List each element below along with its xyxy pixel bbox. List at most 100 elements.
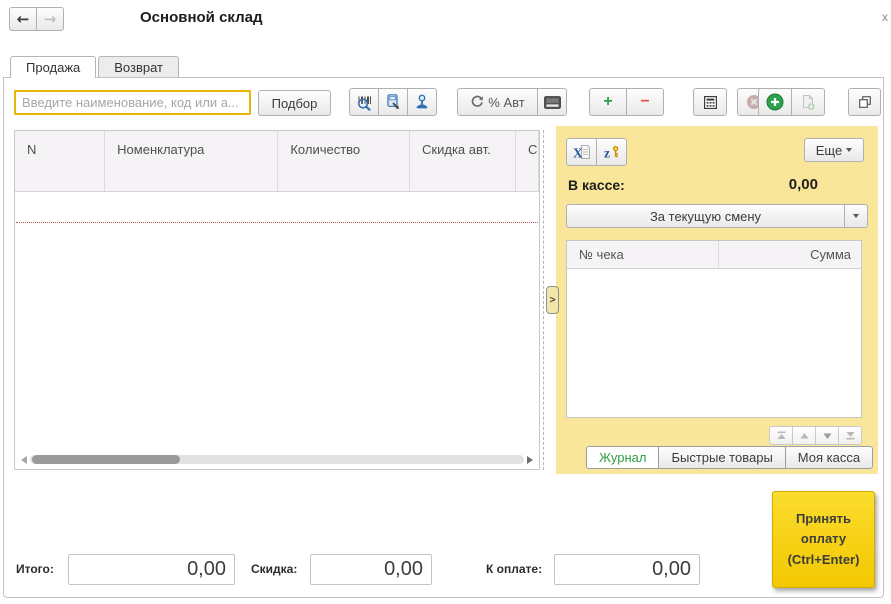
chevron-right-icon: > [550,295,556,306]
new-receipt-button[interactable] [758,88,792,116]
tab-journal[interactable]: Журнал [586,446,659,469]
calculator-button[interactable] [693,88,727,116]
tab-return[interactable]: Возврат [98,56,179,77]
row-edit-group: + − [589,88,664,116]
horizontal-scrollbar[interactable] [18,453,536,466]
cash-panel: X z Еще В кассе: 0,00 [556,126,878,474]
report-buttons-group: X z [566,138,627,166]
new-document-group [758,88,825,116]
receipts-pager [769,426,862,445]
auto-discount-label: % Авт [488,95,524,110]
discount-label: Скидка: [251,554,297,585]
cash-panel-tabs: Журнал Быстрые товары Моя касса [586,446,873,469]
sale-form: Подбор [3,77,884,598]
barcode-scan-icon [356,94,373,111]
accept-payment-button[interactable]: Принять оплату (Ctrl+Enter) [772,491,875,588]
new-window-icon [858,95,872,109]
arrow-up-icon [799,432,810,440]
receipts-table[interactable]: № чека Сумма [566,240,862,418]
tab-quick-goods[interactable]: Быстрые товары [658,446,785,469]
mode-tabs: Продажа Возврат [10,56,181,77]
svg-text:z: z [604,146,610,161]
collapse-panel-button[interactable]: > [546,286,559,314]
x-report-icon: X [573,144,591,160]
scales-icon [414,94,430,110]
empty-row-marker [16,222,538,223]
column-header-quantity[interactable]: Количество [278,131,410,191]
discount-tools-group: % Авт [457,88,567,116]
panel-splitter[interactable] [543,130,544,470]
more-button[interactable]: Еще [804,138,864,162]
calculator-icon [703,95,718,110]
column-header-auto-discount[interactable]: Скидка авт. [410,131,516,191]
period-selector: За текущую смену [566,204,868,228]
refresh-icon [470,95,484,109]
scales-button[interactable] [407,88,437,116]
tab-sale[interactable]: Продажа [10,56,96,78]
period-selector-value[interactable]: За текущую смену [566,204,845,228]
data-terminal-button[interactable] [378,88,408,116]
add-circle-icon [766,93,784,111]
accept-payment-line1: Принять [796,509,851,529]
in-cash-label: В кассе: [568,177,625,193]
x-report-button[interactable]: X [566,138,597,166]
scroll-left-icon[interactable] [21,456,27,464]
chevron-down-icon [853,214,859,218]
column-header-sum[interactable]: С [516,131,539,191]
search-input[interactable] [14,90,251,115]
column-header-n[interactable]: N [15,131,105,191]
tab-my-cash[interactable]: Моя касса [785,446,873,469]
arrow-down-icon [822,432,833,440]
add-row-button[interactable]: + [589,88,627,116]
minus-icon: − [640,93,649,111]
column-header-receipt-number[interactable]: № чека [567,241,719,268]
payable-field: 0,00 [554,554,700,585]
scroll-right-icon[interactable] [527,456,533,464]
pick-button[interactable]: Подбор [258,90,331,116]
more-button-label: Еще [816,143,842,158]
column-header-receipt-sum[interactable]: Сумма [719,247,861,262]
in-cash-value: 0,00 [789,176,818,193]
go-down-button[interactable] [815,426,839,445]
go-up-button[interactable] [792,426,816,445]
in-cash-row: В кассе: 0,00 [568,176,818,193]
sale-items-header: N Номенклатура Количество Скидка авт. С [15,131,539,192]
go-last-button[interactable] [838,426,862,445]
back-button[interactable]: ← [9,7,37,31]
page-title: Основной склад [140,9,263,26]
scrollbar-track[interactable] [30,455,524,464]
remove-row-button[interactable]: − [626,88,664,116]
go-first-button[interactable] [769,426,793,445]
accept-payment-line2: оплату [801,529,846,549]
receipts-header: № чека Сумма [567,241,861,269]
auto-discount-button[interactable]: % Авт [457,88,538,116]
copy-receipt-button[interactable] [791,88,825,116]
sale-items-table[interactable]: N Номенклатура Количество Скидка авт. С [14,130,540,470]
scrollbar-thumb[interactable] [32,455,180,464]
discount-field: 0,00 [310,554,432,585]
accept-payment-line3: (Ctrl+Enter) [788,550,860,570]
data-terminal-icon [385,94,401,110]
back-icon: ← [17,10,30,28]
go-top-icon [776,431,787,440]
period-selector-dropdown[interactable] [844,204,868,228]
scan-tools-group [349,88,437,116]
close-icon[interactable]: x [882,10,888,24]
payable-label: К оплате: [486,554,542,585]
history-nav: ← → [9,7,64,31]
plus-icon: + [603,93,612,111]
z-report-icon: z [603,144,621,160]
z-report-button[interactable]: z [596,138,627,166]
forward-icon: → [44,10,57,28]
open-window-button[interactable] [848,88,881,116]
barcode-scan-button[interactable] [349,88,379,116]
copy-document-icon [800,94,816,111]
payment-card-button[interactable] [537,88,567,116]
chevron-down-icon [846,148,852,152]
svg-text:X: X [573,146,583,161]
payment-card-icon [544,96,561,109]
total-label: Итого: [16,554,54,585]
column-header-nomenclature[interactable]: Номенклатура [105,131,278,191]
go-bottom-icon [845,431,856,440]
forward-button[interactable]: → [36,7,64,31]
